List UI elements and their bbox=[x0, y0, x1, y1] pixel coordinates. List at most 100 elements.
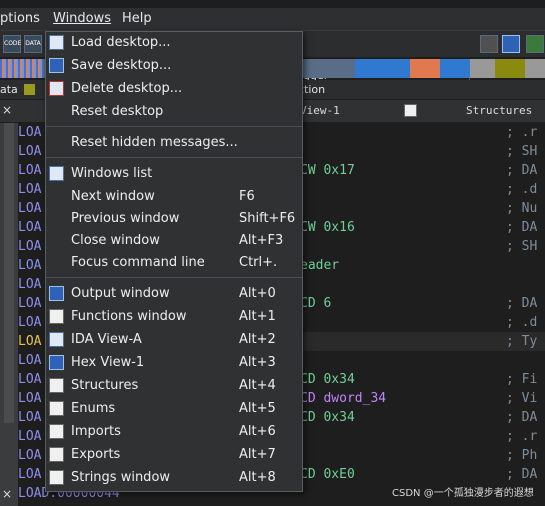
menu-options[interactable]: ptions bbox=[0, 11, 40, 26]
code-address: LOA bbox=[18, 429, 42, 444]
menu-item-strings-window[interactable]: Strings window Alt+8 bbox=[46, 467, 302, 489]
code-address: LOA bbox=[18, 277, 42, 292]
menu-separator bbox=[46, 277, 302, 278]
menu-item-reset-hidden-messages[interactable]: Reset hidden messages... bbox=[46, 132, 302, 154]
menu-item-previous-window[interactable]: Previous window Shift+F6 bbox=[46, 208, 302, 230]
code-line[interactable]: LOA ; .r bbox=[18, 123, 537, 142]
code-comment: ; .r bbox=[506, 125, 538, 140]
legend-label: ata bbox=[0, 83, 18, 96]
code-line[interactable]: LOA CW 0x16 ; DA bbox=[18, 218, 537, 237]
code-line[interactable]: LOA ; SH bbox=[18, 142, 537, 161]
code-operand: CW 0x16 bbox=[300, 220, 355, 235]
close-icon[interactable]: × bbox=[2, 103, 12, 117]
menu-item-output-window[interactable]: Output window Alt+0 bbox=[46, 283, 302, 305]
menu-item-load-desktop[interactable]: Load desktop... bbox=[46, 32, 302, 54]
code-line[interactable]: LOA eader bbox=[18, 256, 339, 275]
menu-item-shortcut: Alt+2 bbox=[239, 332, 276, 347]
code-line[interactable]: LOA CD dword_34 ; Vi bbox=[18, 389, 537, 408]
menu-item-windows-list[interactable]: Windows list bbox=[46, 163, 302, 185]
imports-icon bbox=[49, 424, 64, 439]
debugger-options-icon[interactable] bbox=[480, 35, 498, 53]
code-line[interactable]: LOA ; Ty bbox=[18, 332, 537, 351]
code-address: LOA bbox=[18, 258, 42, 273]
run-icon[interactable] bbox=[526, 35, 544, 53]
menu-item-imports[interactable]: Imports Alt+6 bbox=[46, 421, 302, 443]
code-comment: ; .d bbox=[506, 182, 538, 197]
menu-item-label: Next window bbox=[71, 189, 155, 204]
nav-segment bbox=[410, 59, 440, 78]
menu-item-ida-view[interactable]: IDA View-A Alt+2 bbox=[46, 329, 302, 351]
code-operand: CD 0x34 bbox=[300, 410, 355, 425]
code-operand: CD dword_34 bbox=[300, 391, 387, 406]
tab-structures[interactable]: Structures bbox=[466, 102, 532, 120]
code-line[interactable]: LOA CW 0x17 ; DA bbox=[18, 161, 537, 180]
menu-item-label: Reset desktop bbox=[71, 104, 164, 119]
code-address: LOA bbox=[18, 391, 42, 406]
code-segment-button[interactable]: CODE bbox=[3, 35, 21, 53]
menu-item-hex-view[interactable]: Hex View-1 Alt+3 bbox=[46, 352, 302, 374]
code-line[interactable]: LOA CD 0xE0 ; DA bbox=[18, 465, 537, 484]
code-comment: ; SH bbox=[506, 239, 538, 254]
menu-item-shortcut: Alt+7 bbox=[239, 447, 276, 462]
code-address: LOA bbox=[18, 201, 42, 216]
menu-item-next-window[interactable]: Next window F6 bbox=[46, 186, 302, 208]
code-comment: ; Ty bbox=[506, 334, 538, 349]
hex-view-icon bbox=[49, 355, 64, 370]
code-address: LOA bbox=[18, 334, 42, 349]
code-address: LOA bbox=[18, 163, 42, 178]
watermark: CSDN @一个孤独漫步者的遐想 bbox=[392, 488, 534, 499]
menu-item-enums[interactable]: Enums Alt+5 bbox=[46, 398, 302, 420]
menu-item-label: Functions window bbox=[71, 309, 187, 324]
menu-item-label: Imports bbox=[71, 424, 121, 439]
data-segment-button[interactable]: DATA bbox=[24, 35, 42, 53]
menu-separator bbox=[46, 157, 302, 158]
code-line[interactable]: LOA CD 0x34 ; DA bbox=[18, 408, 537, 427]
close-icon[interactable]: × bbox=[2, 487, 12, 501]
code-line[interactable]: LOA bbox=[18, 351, 41, 370]
code-line[interactable]: LOA ; SH bbox=[18, 237, 537, 256]
menu-item-shortcut: Alt+6 bbox=[239, 424, 276, 439]
code-line[interactable]: LOA ; .r bbox=[18, 427, 537, 446]
code-line[interactable]: LOA bbox=[18, 275, 41, 294]
code-address: LOA bbox=[18, 372, 42, 387]
exports-icon bbox=[49, 447, 64, 462]
code-line[interactable]: LOA ; Nu bbox=[18, 199, 537, 218]
menu-item-save-desktop[interactable]: Save desktop... bbox=[46, 55, 302, 77]
menu-item-structures[interactable]: Structures Alt+4 bbox=[46, 375, 302, 397]
menu-item-label: Save desktop... bbox=[71, 58, 172, 73]
output-window-icon bbox=[49, 286, 64, 301]
tab-hex-view[interactable]: View-1 bbox=[300, 102, 340, 120]
windows-menu: Load desktop... Save desktop... Delete d… bbox=[45, 31, 303, 492]
functions-panel-edge[interactable]: × bbox=[0, 123, 18, 506]
menu-item-exports[interactable]: Exports Alt+7 bbox=[46, 444, 302, 466]
code-line[interactable]: LOA ; .d bbox=[18, 313, 537, 332]
delete-desktop-icon bbox=[49, 81, 64, 96]
menu-item-shortcut: Alt+4 bbox=[239, 378, 276, 393]
menu-windows[interactable]: Windows bbox=[53, 11, 111, 26]
menu-item-reset-desktop[interactable]: Reset desktop bbox=[46, 101, 302, 123]
code-comment: ; DA bbox=[506, 296, 538, 311]
ida-view-icon bbox=[49, 332, 64, 347]
menu-item-delete-desktop[interactable]: Delete desktop... bbox=[46, 78, 302, 100]
code-address: LOA bbox=[18, 296, 42, 311]
menu-item-functions-window[interactable]: Functions window Alt+1 bbox=[46, 306, 302, 328]
code-comment: ; Nu bbox=[506, 201, 538, 216]
c-code-icon[interactable] bbox=[502, 35, 520, 53]
save-desktop-icon bbox=[49, 58, 64, 73]
nav-segment bbox=[0, 59, 43, 78]
menu-item-label: Windows list bbox=[71, 166, 153, 181]
code-line[interactable]: LOA CD 6 ; DA bbox=[18, 294, 537, 313]
menu-item-close-window[interactable]: Close window Alt+F3 bbox=[46, 230, 302, 252]
panel-scrollbar[interactable] bbox=[4, 123, 14, 423]
nav-segment bbox=[495, 59, 525, 78]
code-address: LOA bbox=[18, 239, 42, 254]
code-line[interactable]: LOA ; .d bbox=[18, 180, 537, 199]
code-address: LOA bbox=[18, 182, 42, 197]
code-comment: ; Ph bbox=[506, 448, 538, 463]
menu-item-focus-command-line[interactable]: Focus command line Ctrl+. bbox=[46, 252, 302, 274]
menu-help[interactable]: Help bbox=[122, 11, 152, 26]
menu-item-label: Focus command line bbox=[71, 255, 205, 270]
code-line[interactable]: LOA ; Ph bbox=[18, 446, 537, 465]
code-line[interactable]: LOA CD 0x34 ; Fi bbox=[18, 370, 537, 389]
menu-item-shortcut: Alt+1 bbox=[239, 309, 276, 324]
